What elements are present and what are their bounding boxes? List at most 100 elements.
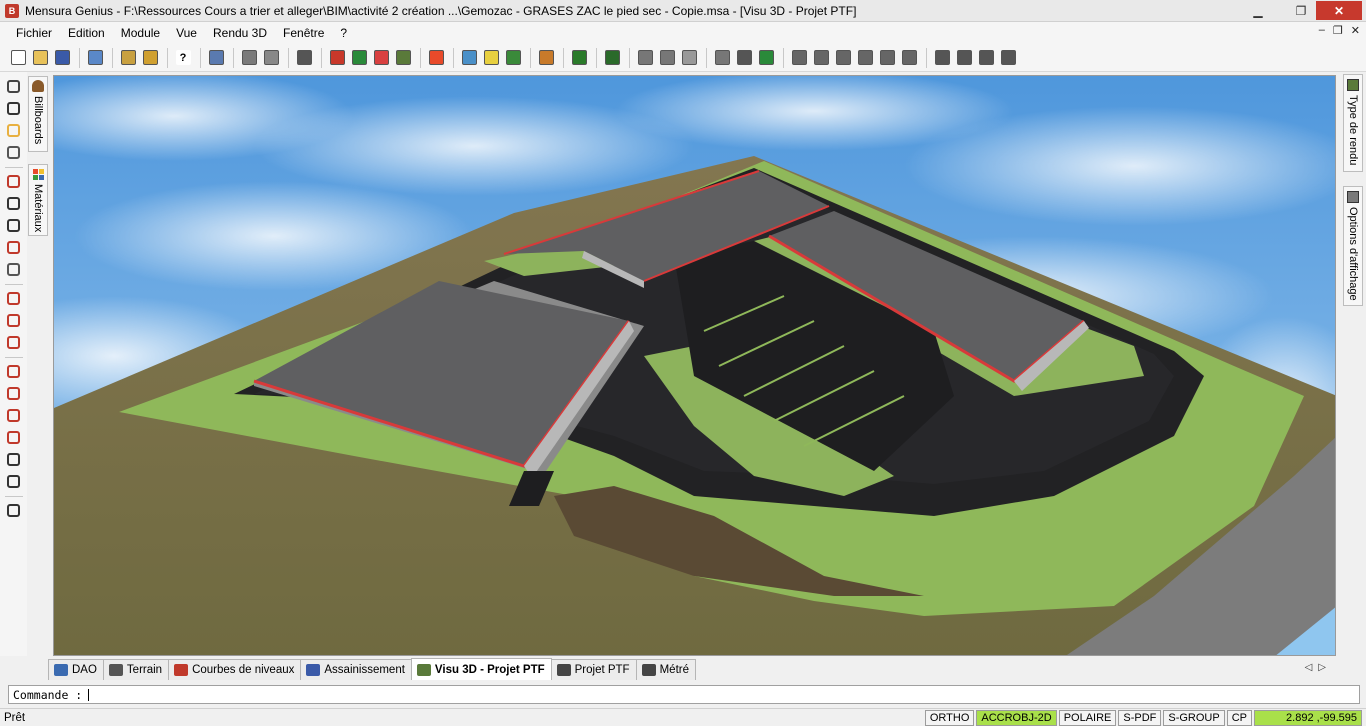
materials-button[interactable] bbox=[426, 48, 446, 68]
tab-next-button[interactable]: ▷ bbox=[1318, 662, 1332, 673]
open-folder-button[interactable] bbox=[30, 48, 50, 68]
iso-view-3-button[interactable] bbox=[976, 48, 996, 68]
route-add-button[interactable] bbox=[4, 332, 24, 352]
status-toggle-cp[interactable]: CP bbox=[1226, 710, 1252, 726]
tab-options-affichage[interactable]: Options d'affichage bbox=[1343, 186, 1363, 306]
status-toggles: ORTHO ACCROBJ-2D POLAIRE S-PDF S-GROUP CP 2.89… bbox=[924, 710, 1362, 726]
mdi-close-button[interactable]: ✕ bbox=[1351, 24, 1360, 37]
zoom-out-button[interactable] bbox=[657, 48, 677, 68]
tab-materiaux[interactable]: Matériaux bbox=[28, 164, 48, 236]
status-toggle-s-pdf[interactable]: S-PDF bbox=[1118, 710, 1162, 726]
tab-prev-button[interactable]: ◁ bbox=[1305, 662, 1319, 673]
annotation-button[interactable] bbox=[4, 259, 24, 279]
text-style-button[interactable] bbox=[206, 48, 226, 68]
layers-button[interactable] bbox=[4, 500, 24, 520]
status-toggle-accrobj-2d[interactable]: ACCROBJ-2D bbox=[976, 710, 1057, 726]
export-button[interactable] bbox=[118, 48, 138, 68]
menu-rendu-3d[interactable]: Rendu 3D bbox=[205, 22, 275, 44]
tab-assainissement[interactable]: Assainissement bbox=[300, 659, 412, 680]
save-view-button[interactable] bbox=[4, 98, 24, 118]
tab-projet-ptf[interactable]: Projet PTF bbox=[550, 659, 637, 680]
iso-view-2-button[interactable] bbox=[954, 48, 974, 68]
view-top-button[interactable] bbox=[877, 48, 897, 68]
iso-view-1-button[interactable] bbox=[932, 48, 952, 68]
help-button[interactable]: ? bbox=[173, 48, 193, 68]
record-button[interactable] bbox=[4, 171, 24, 191]
menu-edition[interactable]: Edition bbox=[60, 22, 113, 44]
pan-button[interactable] bbox=[734, 48, 754, 68]
zoom-in-button[interactable] bbox=[635, 48, 655, 68]
menu-fenetre[interactable]: Fenêtre bbox=[275, 22, 332, 44]
layer-button[interactable] bbox=[140, 48, 160, 68]
fly-button[interactable] bbox=[4, 361, 24, 381]
target-button[interactable] bbox=[4, 76, 24, 96]
mdi-minimize-button[interactable]: ‒ bbox=[1319, 24, 1325, 37]
zoom-extents-button[interactable] bbox=[679, 48, 699, 68]
view-bottom-button[interactable] bbox=[899, 48, 919, 68]
text-style-icon bbox=[208, 50, 224, 65]
tab-type-de-rendu[interactable]: Type de rendu bbox=[1343, 74, 1363, 172]
status-toggle-ortho[interactable]: ORTHO bbox=[924, 710, 975, 726]
save-view-icon bbox=[7, 101, 20, 115]
route-button[interactable] bbox=[4, 288, 24, 308]
save-icon bbox=[54, 50, 70, 65]
truck-button[interactable] bbox=[4, 471, 24, 491]
vegetation-button[interactable] bbox=[569, 48, 589, 68]
brush-button[interactable] bbox=[536, 48, 556, 68]
view-right-button[interactable] bbox=[855, 48, 875, 68]
menu-module[interactable]: Module bbox=[113, 22, 168, 44]
tab-visu-3d-projet-ptf[interactable]: Visu 3D - Projet PTF bbox=[410, 658, 552, 680]
tab-courbes-de-niveaux[interactable]: Courbes de niveaux bbox=[168, 659, 302, 680]
menu-vue[interactable]: Vue bbox=[168, 22, 205, 44]
settings-button[interactable] bbox=[261, 48, 281, 68]
open-view-button[interactable] bbox=[4, 120, 24, 140]
tree-button[interactable] bbox=[503, 48, 523, 68]
fly-down-button[interactable] bbox=[4, 383, 24, 403]
3d-viewport[interactable] bbox=[53, 75, 1336, 656]
vegetation-icon bbox=[571, 50, 587, 65]
tab-m-tr[interactable]: Métré bbox=[635, 659, 696, 680]
move-icon bbox=[7, 218, 20, 232]
mdi-restore-button[interactable]: ❐ bbox=[1333, 24, 1343, 37]
render-wireframe-button[interactable] bbox=[327, 48, 347, 68]
view-back-button[interactable] bbox=[811, 48, 831, 68]
tab-label: Métré bbox=[659, 664, 689, 676]
move-button[interactable] bbox=[4, 215, 24, 235]
view-right-icon bbox=[857, 50, 873, 65]
iso-view-4-button[interactable] bbox=[998, 48, 1018, 68]
new-file-button[interactable] bbox=[8, 48, 28, 68]
maximize-button[interactable]: ❐ bbox=[1287, 1, 1315, 20]
light-button[interactable] bbox=[481, 48, 501, 68]
tab-billboards[interactable]: Billboards bbox=[28, 76, 48, 152]
zoom-previous-button[interactable] bbox=[712, 48, 732, 68]
route-edit-button[interactable] bbox=[4, 310, 24, 330]
view-front-button[interactable] bbox=[789, 48, 809, 68]
status-toggle-s-group[interactable]: S-GROUP bbox=[1163, 710, 1225, 726]
tab-terrain[interactable]: Terrain bbox=[102, 659, 170, 680]
footsteps-button[interactable] bbox=[4, 193, 24, 213]
print-button[interactable] bbox=[239, 48, 259, 68]
orbit-button[interactable] bbox=[756, 48, 776, 68]
menu-help[interactable]: ? bbox=[332, 22, 355, 44]
car-button[interactable] bbox=[4, 449, 24, 469]
render-solid-button[interactable] bbox=[349, 48, 369, 68]
camera-button[interactable] bbox=[4, 142, 24, 162]
print-preview-button[interactable] bbox=[85, 48, 105, 68]
zoom-window-button[interactable] bbox=[602, 48, 622, 68]
status-toggle-polaire[interactable]: POLAIRE bbox=[1058, 710, 1117, 726]
render-textured-button[interactable] bbox=[393, 48, 413, 68]
walk-button[interactable] bbox=[4, 405, 24, 425]
tab-materiaux-label: Matériaux bbox=[32, 184, 44, 233]
menu-fichier[interactable]: Fichier bbox=[8, 22, 60, 44]
path-button[interactable] bbox=[4, 237, 24, 257]
close-button[interactable]: ✕ bbox=[1316, 1, 1362, 20]
film-button[interactable] bbox=[294, 48, 314, 68]
pan-icon bbox=[736, 50, 752, 65]
view-left-button[interactable] bbox=[833, 48, 853, 68]
tab-dao[interactable]: DAO bbox=[48, 659, 104, 680]
save-button[interactable] bbox=[52, 48, 72, 68]
walk-side-button[interactable] bbox=[4, 427, 24, 447]
render-shaded-button[interactable] bbox=[371, 48, 391, 68]
landscape-button[interactable] bbox=[459, 48, 479, 68]
minimize-button[interactable]: ▁ bbox=[1244, 1, 1272, 20]
